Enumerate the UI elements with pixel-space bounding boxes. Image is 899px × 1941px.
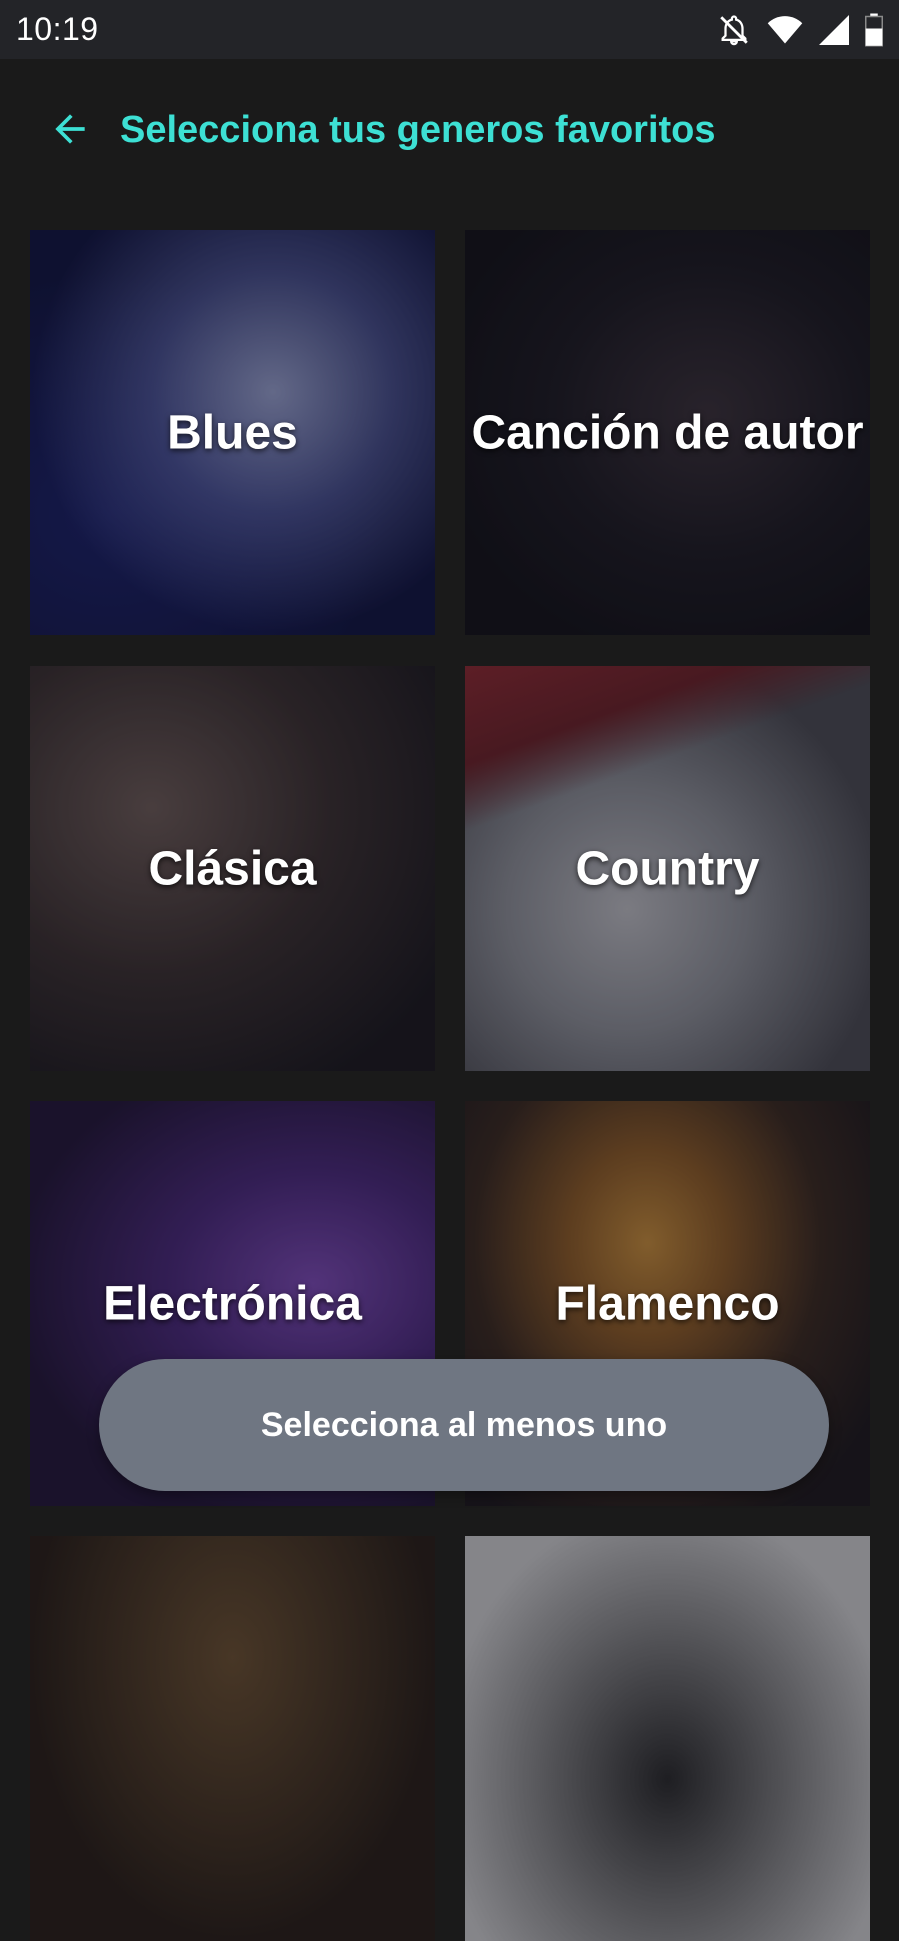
back-button[interactable]: [46, 105, 94, 153]
genre-tile-country[interactable]: Country: [465, 666, 870, 1071]
notifications-off-icon: [717, 13, 751, 47]
genre-label: Country: [575, 842, 760, 895]
genre-label: Flamenco: [555, 1277, 780, 1330]
app-header: Selecciona tus generos favoritos: [0, 59, 899, 209]
genre-label: Clásica: [148, 842, 317, 895]
battery-icon: [865, 13, 883, 47]
genre-tile-blues[interactable]: Blues: [30, 230, 435, 635]
genre-tile-partial[interactable]: [30, 1536, 435, 1941]
status-time: 10:19: [16, 11, 99, 47]
genre-label: Blues: [167, 406, 298, 459]
status-bar: 10:19: [0, 0, 899, 59]
genre-label: Electrónica: [103, 1277, 362, 1330]
snackbar-message: Selecciona al menos uno: [99, 1359, 829, 1491]
genre-tile-cancion-de-autor[interactable]: Canción de autor: [465, 230, 870, 635]
wifi-icon: [767, 14, 803, 46]
status-icons: [717, 13, 883, 47]
genre-label: Canción de autor: [471, 406, 864, 459]
page-title: Selecciona tus generos favoritos: [120, 109, 716, 151]
arrow-left-icon: [55, 114, 85, 144]
genre-tile-partial[interactable]: [465, 1536, 870, 1941]
signal-icon: [819, 14, 849, 45]
genre-tile-clasica[interactable]: Clásica: [30, 666, 435, 1071]
